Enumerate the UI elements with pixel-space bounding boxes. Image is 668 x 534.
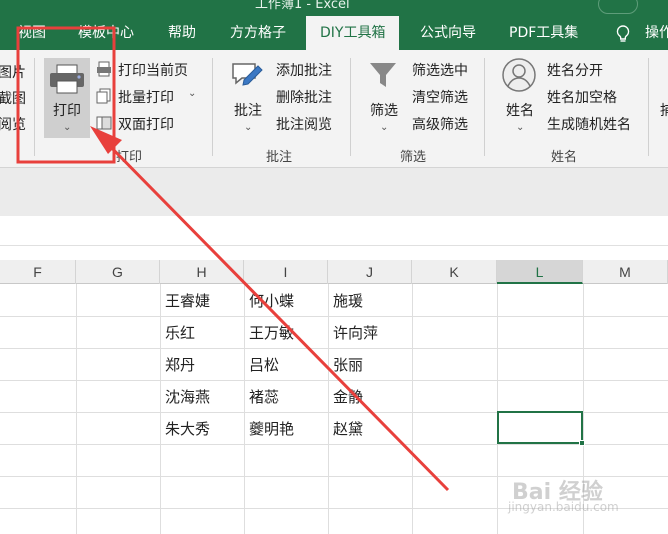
highlight-box	[16, 26, 116, 164]
arrow-head	[90, 126, 122, 154]
arrow-shaft	[96, 132, 450, 492]
annotation-overlay	[16, 26, 450, 492]
